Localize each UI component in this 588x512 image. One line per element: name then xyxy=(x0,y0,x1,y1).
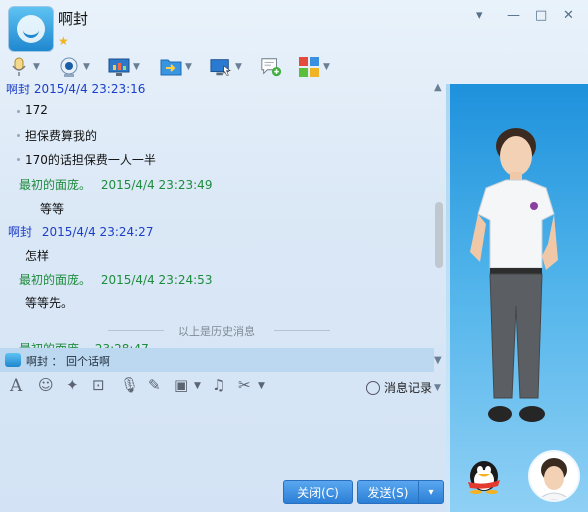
sender-name[interactable]: 最初的面庞。 xyxy=(19,178,91,192)
music-icon[interactable]: ♫ xyxy=(212,376,225,394)
webcam-icon xyxy=(58,56,80,78)
message-time: 2015/4/4 23:23:49 xyxy=(100,178,213,192)
chevron-down-icon[interactable]: ▼ xyxy=(83,62,90,72)
close-window-button[interactable]: ✕ xyxy=(563,8,574,23)
separator-line xyxy=(108,330,164,331)
voice-call-button[interactable]: ▼ xyxy=(8,54,40,80)
bullet xyxy=(17,158,20,161)
user-avatar[interactable] xyxy=(528,450,580,502)
add-message-icon xyxy=(260,56,282,78)
chevron-down-icon[interactable]: ▼ xyxy=(133,62,140,72)
video-call-button[interactable]: ▼ xyxy=(58,54,90,80)
qq-penguin-icon[interactable] xyxy=(462,452,504,494)
scroll-down-icon[interactable]: ▼ xyxy=(434,355,442,366)
star-icon[interactable]: ★ xyxy=(58,34,69,48)
history-separator-label: 以上是历史消息 xyxy=(178,325,255,338)
chevron-down-icon[interactable]: ▼ xyxy=(185,62,192,72)
add-message-button[interactable] xyxy=(260,54,282,80)
apps-icon xyxy=(298,56,320,78)
message-text: 等等先。 xyxy=(25,296,74,310)
partial-message-meta: 啊封 2015/4/4 23:23:16 xyxy=(6,84,146,96)
bullet xyxy=(17,110,20,113)
minimize-button[interactable]: — xyxy=(507,8,520,23)
message-meta: 最初的面庞。 2015/4/4 23:24:53 xyxy=(19,271,212,288)
bullet-line: 172 xyxy=(25,103,48,117)
user-avatar-portrait xyxy=(530,452,578,500)
chevron-down-icon[interactable]: ▼ xyxy=(235,62,242,72)
message-text: 怎样 xyxy=(25,249,50,263)
top-toolbar: ▼ ▼ ▼ ▼ ▼ ▼ xyxy=(0,54,440,82)
bullet-line: 担保费算我的 xyxy=(25,129,98,143)
chevron-down-icon[interactable]: ▼ xyxy=(33,62,40,72)
chevron-down-icon[interactable]: ▼ xyxy=(323,62,330,72)
sender-name[interactable]: 啊封 xyxy=(8,225,32,239)
clock-icon xyxy=(366,380,380,395)
file-transfer-button[interactable]: ▼ xyxy=(160,54,192,80)
close-button[interactable]: 关闭(C) xyxy=(283,480,353,504)
emoji-icon[interactable]: ☺ xyxy=(38,376,54,394)
screenshot-icon[interactable]: ⊡ xyxy=(92,376,105,394)
message-input[interactable] xyxy=(0,400,446,476)
chat-window: 啊封 ★ ▾ — □ ✕ ▼ ▼ ▼ ▼ ▼ ▼ 啊封 2015/4/4 23:… xyxy=(0,0,588,512)
chevron-down-icon[interactable]: ▼ xyxy=(434,383,441,393)
message-text: 等等 xyxy=(40,202,65,216)
magic-icon[interactable]: ✦ xyxy=(66,376,79,394)
message-time: 2015/4/4 23:24:53 xyxy=(100,273,213,287)
screen-share-icon xyxy=(108,56,130,78)
message-meta: 啊封 2015/4/4 23:24:27 xyxy=(8,223,153,240)
title-bar: 啊封 ★ ▾ — □ ✕ xyxy=(0,0,588,52)
bullet-line: 170的话担保费一人一半 xyxy=(25,153,156,167)
scroll-thumb[interactable] xyxy=(435,202,443,268)
qq-show-figure[interactable] xyxy=(446,84,588,512)
contact-name: 啊封 xyxy=(58,10,89,28)
send-button[interactable]: 发送(S) xyxy=(357,480,419,504)
remote-desktop-button[interactable]: ▼ xyxy=(210,54,242,80)
bullet xyxy=(17,134,20,137)
maximize-button[interactable]: □ xyxy=(535,8,547,23)
chat-history: 啊封 2015/4/4 23:23:16 172 担保费算我的 170的话担保费… xyxy=(0,84,446,350)
message-meta: 最初的面庞。 2015/4/4 23:23:49 xyxy=(19,176,212,193)
scroll-up-icon[interactable]: ▲ xyxy=(434,82,442,93)
screen-share-button[interactable]: ▼ xyxy=(108,54,140,80)
sender-name[interactable]: 最初的面庞。 xyxy=(19,273,91,287)
file-transfer-icon xyxy=(160,56,182,78)
message-history-label: 消息记录 xyxy=(384,381,433,395)
new-message-text: 啊封 ： 回个话啊 xyxy=(26,355,110,368)
chevron-down-icon[interactable]: ▼ xyxy=(194,381,201,391)
apps-button[interactable]: ▼ xyxy=(298,54,330,80)
image-icon[interactable]: ▣ xyxy=(174,376,188,394)
remote-desktop-icon xyxy=(210,56,232,78)
voice-icon[interactable]: 🎙 xyxy=(120,376,139,394)
font-icon[interactable]: A xyxy=(10,376,22,396)
separator-line xyxy=(274,330,330,331)
chat-scrollbar[interactable]: ▲ ▼ xyxy=(434,82,445,368)
panel-edge xyxy=(446,84,450,512)
new-message-bar[interactable]: 啊封 ： 回个话啊 xyxy=(0,348,434,372)
send-options-button[interactable]: ▾ xyxy=(418,480,444,504)
history-separator: 以上是历史消息 xyxy=(108,324,412,338)
microphone-icon xyxy=(8,56,30,78)
message-history-button[interactable]: 消息记录 ▼ xyxy=(366,379,441,396)
contact-mini-avatar xyxy=(5,353,21,367)
avatar-show-panel xyxy=(446,84,588,512)
edit-icon[interactable]: ✎ xyxy=(148,376,161,394)
settings-arrow-icon[interactable]: ▾ xyxy=(476,8,483,23)
chevron-down-icon[interactable]: ▼ xyxy=(258,381,265,391)
scissors-icon[interactable]: ✂ xyxy=(238,376,251,394)
message-time: 2015/4/4 23:24:27 xyxy=(41,225,154,239)
contact-avatar[interactable] xyxy=(8,6,54,52)
